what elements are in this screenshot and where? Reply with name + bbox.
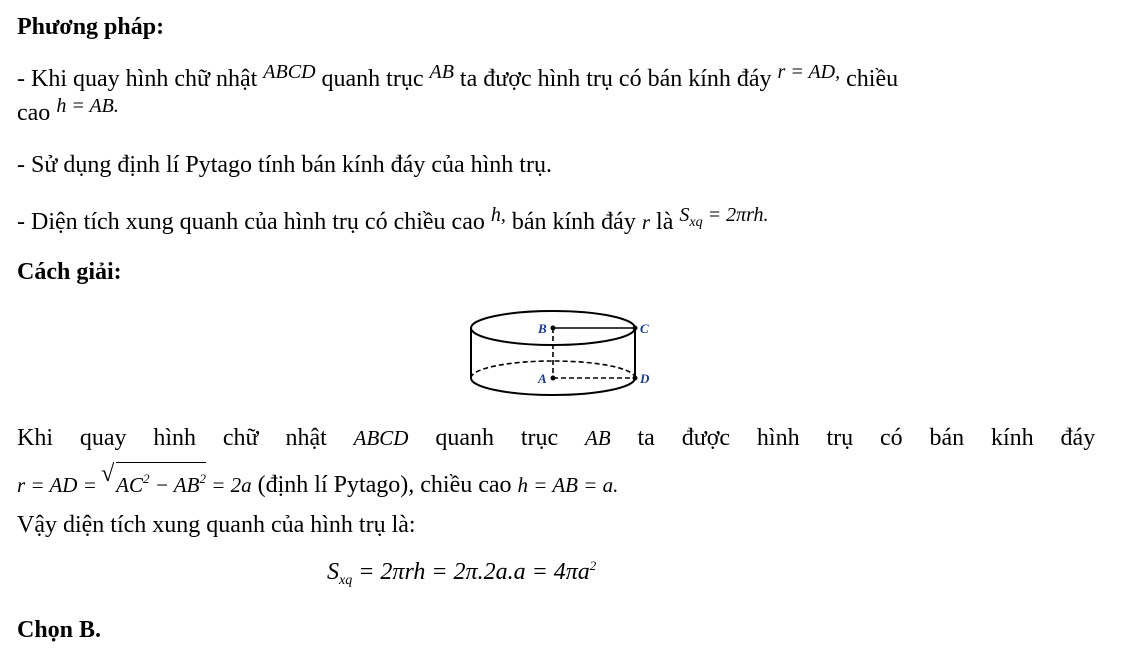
sqrt-expression: AC2 − AB2 xyxy=(101,459,206,500)
s-symbol: S xyxy=(679,204,690,226)
para-1-word: có xyxy=(879,425,903,451)
para-1-word: bán xyxy=(929,425,965,451)
para-1-word: ta xyxy=(637,425,655,451)
r-symbol: r xyxy=(641,210,651,234)
final-formula: Sxq = 2πrh = 2π.2a.a = 4πa2 xyxy=(327,558,596,589)
label-a: A xyxy=(537,371,547,386)
answer: Chọn B. xyxy=(17,617,102,643)
bullet-1-mid3: chiều xyxy=(840,66,899,92)
label-c: C xyxy=(640,321,649,336)
solution-heading: Cách giải: xyxy=(17,259,122,285)
final-s-symbol: S xyxy=(327,559,339,585)
para-1-word: hình xyxy=(153,425,197,451)
bullet-1-mid1: quanh trục xyxy=(315,66,430,92)
h-symbol: h, xyxy=(490,204,506,226)
para-1-word: hình xyxy=(756,425,800,451)
para-1-word: nhật xyxy=(285,425,327,451)
bullet-3-mid2: là xyxy=(650,209,680,235)
radius-calc: r = AD = xyxy=(17,473,103,497)
para-1-word: trụ xyxy=(826,425,854,451)
method-heading: Phương pháp: xyxy=(17,14,165,40)
radius-expr: r = AD, xyxy=(777,61,841,83)
label-b: B xyxy=(537,321,547,336)
method-bullet-2: - Sử dụng định lí Pytago tính bán kính đ… xyxy=(17,152,552,178)
height-expr: h = AB. xyxy=(56,95,119,117)
point-c xyxy=(632,325,638,331)
formula-rhs: = 2πrh. xyxy=(702,204,769,226)
para-1-word: được xyxy=(681,425,731,451)
label-d: D xyxy=(639,371,650,386)
pythagoras-note: (định lí Pytago), chiều cao xyxy=(251,472,518,498)
solution-para-1-line-2: r = AD = AC2 − AB2 = 2a (định lí Pytago)… xyxy=(17,459,619,500)
cylinder-figure: B C A D xyxy=(470,310,650,396)
bottom-front-arc xyxy=(470,377,636,396)
bullet-3-prefix: - Diện tích xung quanh của hình trụ có c… xyxy=(17,209,491,235)
final-exponent: 2 xyxy=(589,558,597,573)
exp-2: 2 xyxy=(199,471,206,486)
lateral-area-formula: Sxq = 2πrh. xyxy=(679,204,769,230)
para-1-word: quay xyxy=(79,425,127,451)
sqrt-term-ab: − AB xyxy=(149,473,200,497)
solution-para-2: Vậy diện tích xung quanh của hình trụ là… xyxy=(17,512,416,538)
bullet-1-mid2: ta được hình trụ có bán kính đáy xyxy=(453,66,778,92)
method-bullet-1: - Khi quay hình chữ nhật ABCD quanh trục… xyxy=(17,61,899,95)
final-formula-body: = 2πrh = 2π.2a.a = 4πa xyxy=(352,559,590,585)
para-1-word: chữ xyxy=(222,425,259,451)
sqrt-term-ac: AC xyxy=(116,473,143,497)
para-1-word: ABCD xyxy=(353,426,409,450)
point-d xyxy=(632,375,638,381)
s-subscript: xq xyxy=(689,215,703,230)
radius-result: = 2a xyxy=(205,473,252,497)
bullet-1-line2-prefix: cao xyxy=(17,100,57,126)
axis-label: AB xyxy=(429,61,454,83)
height-result: h = AB = a. xyxy=(517,473,619,497)
bullet-1-prefix: - Khi quay hình chữ nhật xyxy=(17,66,264,92)
para-1-word: AB xyxy=(585,426,611,450)
para-1-word: Khi xyxy=(17,425,53,451)
para-1-word: kính xyxy=(991,425,1034,451)
point-a xyxy=(550,375,556,381)
para-1-word: quanh xyxy=(435,425,494,451)
method-bullet-1-line2: cao h = AB. xyxy=(17,95,119,129)
bullet-3-mid: bán kính đáy xyxy=(505,209,642,235)
para-1-word: đáy xyxy=(1060,425,1096,451)
solution-para-1-line-1: Khi quay hình chữ nhật ABCD quanh trục A… xyxy=(17,423,1095,453)
point-b xyxy=(550,325,556,331)
para-1-word: trục xyxy=(520,425,559,451)
final-s-subscript: xq xyxy=(339,573,353,588)
rect-label: ABCD xyxy=(263,61,316,83)
method-bullet-3: - Diện tích xung quanh của hình trụ có c… xyxy=(17,204,769,246)
